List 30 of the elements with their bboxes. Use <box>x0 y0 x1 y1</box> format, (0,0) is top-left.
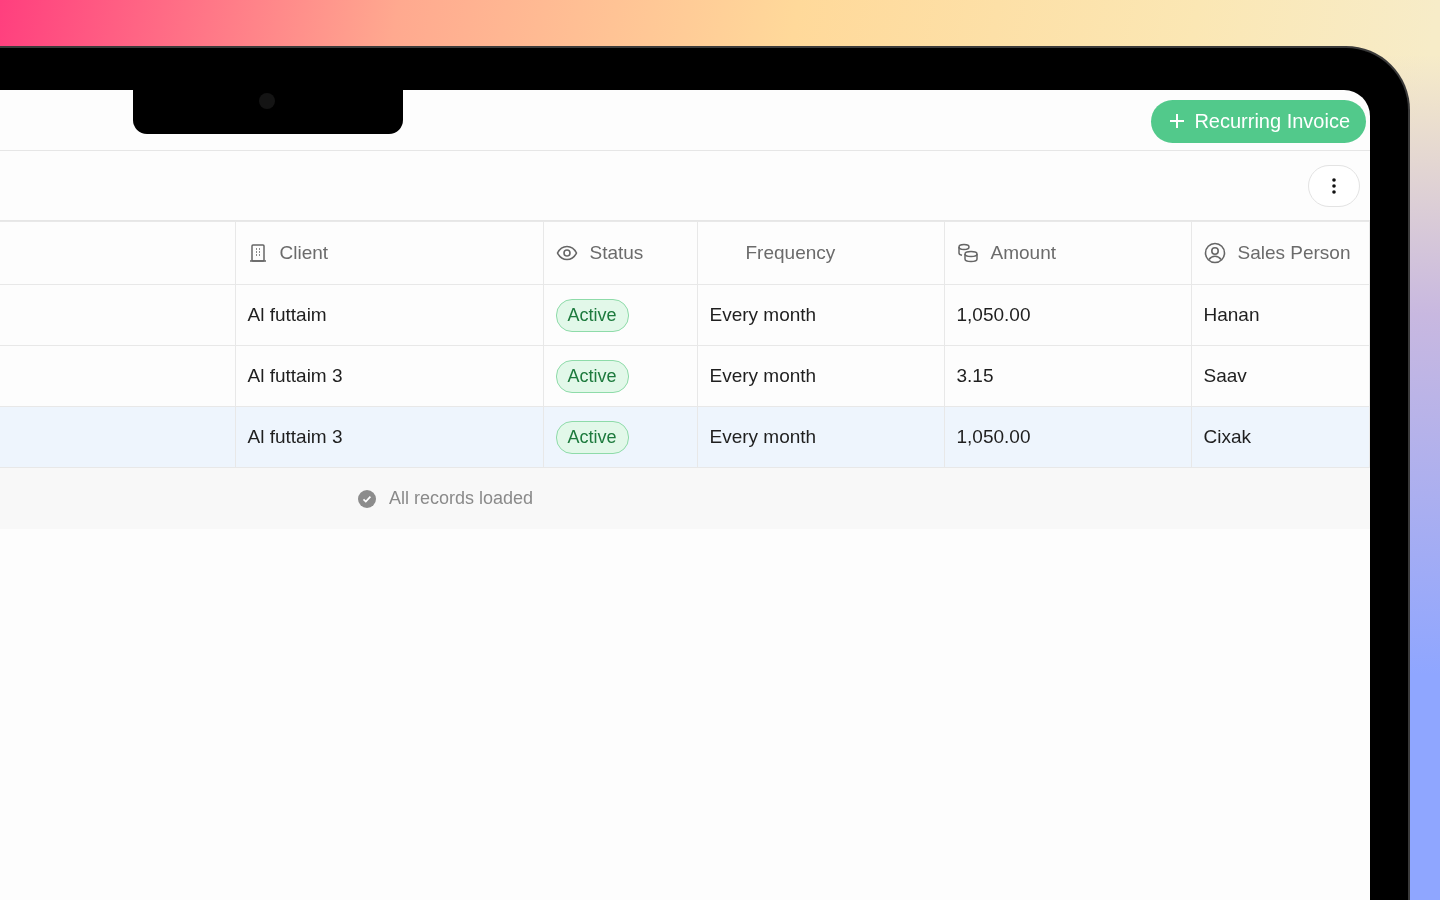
column-header: Frequency <box>745 242 836 264</box>
status-message: All records loaded <box>389 488 534 509</box>
status-badge: Active <box>555 359 629 393</box>
column-header: Sales Person <box>1237 242 1351 264</box>
client-name: Al futtaim <box>235 284 543 346</box>
frequency-text: Every month <box>697 406 944 468</box>
amount-text: 1,050.00 <box>944 284 1191 346</box>
amount-text: 1,050.00 <box>944 406 1191 468</box>
column-header: Status <box>589 242 644 264</box>
frequency-text: Every month <box>697 284 944 346</box>
user-circle-icon <box>1203 242 1226 264</box>
plus-icon <box>1169 113 1186 129</box>
sales-person-name: Saav <box>1191 345 1369 407</box>
client-name: Al futtaim 3 <box>235 406 543 468</box>
building-icon <box>247 243 268 263</box>
frequency-text: Every month <box>697 345 944 407</box>
kebab-menu-icon <box>1332 177 1336 194</box>
check-circle-icon <box>357 488 377 509</box>
client-name: Al futtaim 3 <box>235 345 543 407</box>
sales-person-name: Cixak <box>1191 406 1369 468</box>
status-badge: Active <box>555 420 629 454</box>
status-badge: Active <box>555 298 629 332</box>
column-header: Client <box>279 242 329 264</box>
column-header: Amount <box>990 242 1056 264</box>
eye-icon <box>555 245 578 261</box>
coins-icon <box>956 243 979 263</box>
more-options-button[interactable] <box>1308 164 1360 207</box>
sales-person-name: Hanan <box>1191 284 1369 346</box>
amount-text: 3.15 <box>944 345 1191 407</box>
new-recurring-invoice-button[interactable]: Recurring Invoice <box>1151 99 1366 143</box>
